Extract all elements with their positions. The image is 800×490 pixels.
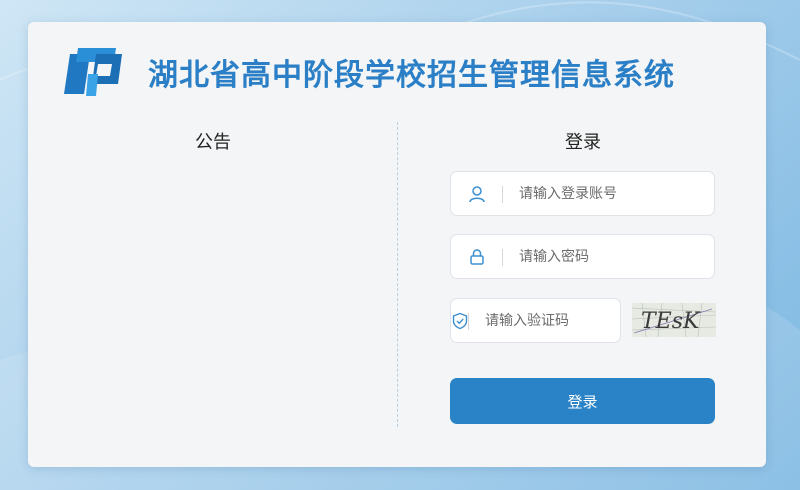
notice-heading: 公告 (195, 132, 231, 153)
username-field[interactable] (450, 171, 715, 216)
login-heading: 登录 (565, 132, 601, 153)
site-title: 湖北省高中阶段学校招生管理信息系统 (148, 58, 675, 93)
shield-check-icon (451, 299, 469, 342)
user-icon (451, 172, 503, 215)
username-input[interactable] (503, 172, 714, 215)
header: 湖北省高中阶段学校招生管理信息系统 (60, 44, 675, 100)
captcha-image[interactable]: TEsK (632, 303, 716, 337)
password-input[interactable] (503, 235, 714, 278)
lock-icon (451, 235, 503, 278)
login-card: 湖北省高中阶段学校招生管理信息系统 公告 登录 请输入登录账号 请输入验证码 T… (28, 22, 766, 467)
captcha-text: TEsK (641, 309, 701, 334)
password-field[interactable] (450, 234, 715, 279)
system-logo-icon (64, 48, 122, 96)
section-divider (397, 122, 398, 427)
captcha-input[interactable] (469, 299, 659, 342)
captcha-field[interactable] (450, 298, 659, 343)
login-button[interactable]: 登录 (450, 378, 715, 424)
